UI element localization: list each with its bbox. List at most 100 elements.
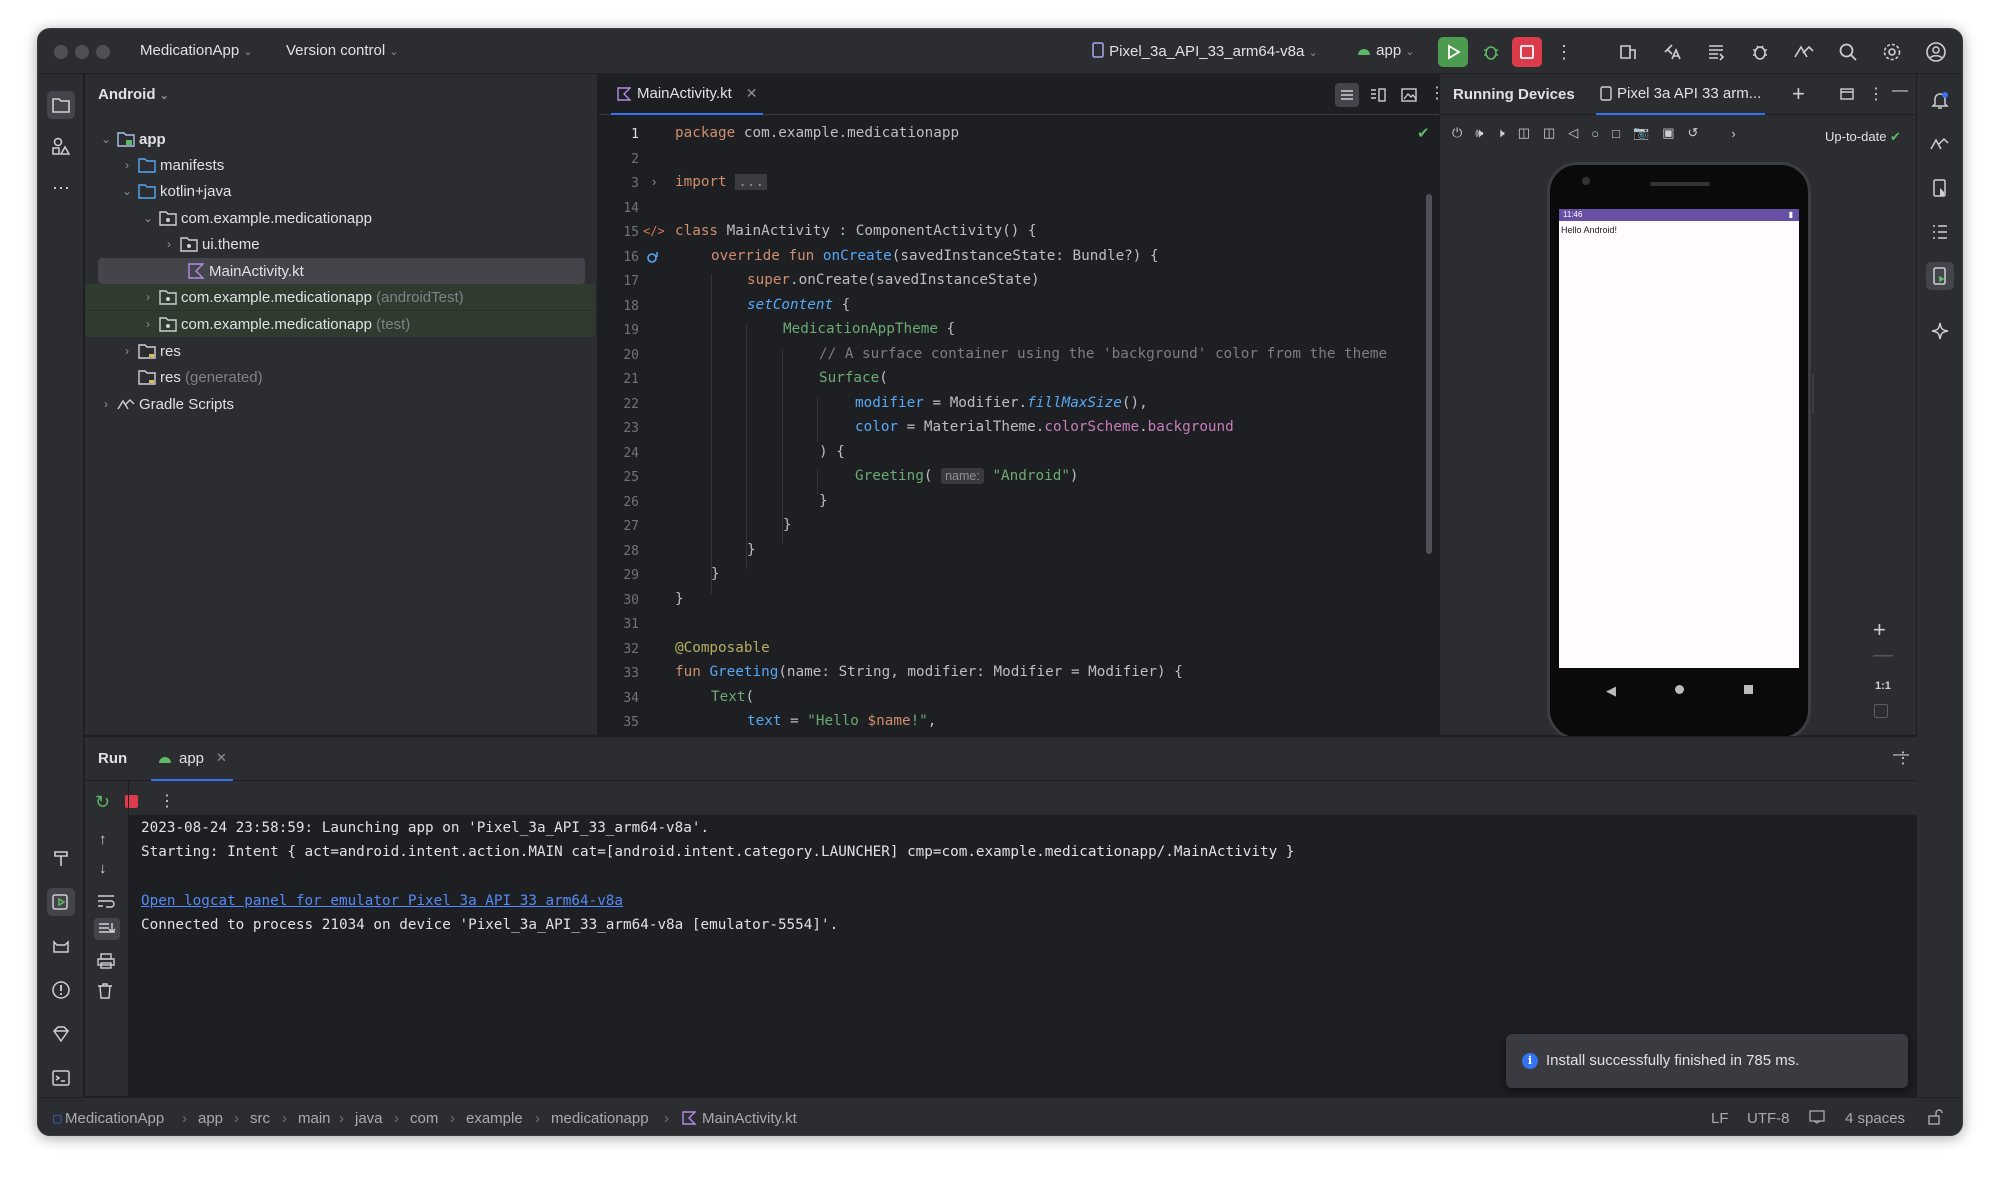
code-line-21[interactable]: Surface( bbox=[675, 370, 888, 386]
breadcrumb-java[interactable]: java bbox=[355, 1110, 383, 1127]
rotate-right-icon[interactable]: ◫ bbox=[1543, 125, 1555, 141]
minimize-window-button[interactable] bbox=[75, 45, 89, 59]
code-line-23[interactable]: color = MaterialTheme.colorScheme.backgr… bbox=[675, 419, 1234, 435]
tree-item-mainactivity[interactable]: MainActivity.kt bbox=[98, 258, 585, 284]
devices-more-button[interactable]: ⋮ bbox=[1868, 84, 1884, 104]
logcat-tool-button[interactable] bbox=[47, 932, 75, 960]
device-tab[interactable]: Pixel 3a API 33 arm... bbox=[1596, 74, 1766, 115]
project-selector[interactable]: MedicationApp ⌄ bbox=[140, 42, 253, 59]
back-icon[interactable]: ◁ bbox=[1568, 125, 1578, 141]
add-device-button[interactable]: + bbox=[1792, 81, 1805, 107]
tree-item-package-androidtest[interactable]: › com.example.medicationapp (androidTest… bbox=[85, 284, 595, 310]
record-icon[interactable]: ▣ bbox=[1662, 125, 1674, 141]
build-tool-button[interactable] bbox=[47, 844, 75, 872]
zoom-actual-size-button[interactable]: 1:1 bbox=[1875, 680, 1891, 692]
breadcrumb-src[interactable]: src bbox=[250, 1110, 270, 1127]
breadcrumb-project[interactable]: MedicationApp bbox=[65, 1110, 164, 1127]
device-selector[interactable]: Pixel_3a_API_33_arm64-v8a ⌄ bbox=[1091, 42, 1318, 60]
run-tab-app[interactable]: app ✕ bbox=[151, 737, 233, 781]
code-line-33[interactable]: fun Greeting(name: String, modifier: Mod… bbox=[675, 664, 1183, 680]
encoding-indicator[interactable]: UTF-8 bbox=[1747, 1110, 1790, 1127]
tree-item-res[interactable]: › res bbox=[85, 338, 595, 364]
install-notification[interactable]: i Install successfully finished in 785 m… bbox=[1506, 1034, 1908, 1088]
tree-item-manifests[interactable]: › manifests bbox=[85, 152, 595, 178]
gemini-button[interactable] bbox=[1926, 317, 1954, 345]
device-manager-button[interactable] bbox=[1926, 174, 1954, 202]
hide-panel-button[interactable]: — bbox=[1892, 82, 1908, 100]
zoom-fit-button[interactable] bbox=[1874, 704, 1888, 718]
more-tools-button[interactable]: ⋯ bbox=[47, 174, 75, 202]
breadcrumb-com[interactable]: com bbox=[410, 1110, 438, 1127]
apply-changes-button[interactable] bbox=[1478, 39, 1504, 65]
code-line-19[interactable]: MedicationAppTheme { bbox=[675, 321, 955, 337]
code-line-34[interactable]: Text( bbox=[675, 689, 754, 705]
volume-up-icon[interactable]: 🕪 bbox=[1475, 125, 1483, 141]
run-tool-button[interactable] bbox=[47, 888, 75, 916]
power-icon[interactable]: ⏻ bbox=[1452, 125, 1462, 141]
code-view-button[interactable] bbox=[1335, 83, 1359, 107]
stop-button[interactable] bbox=[1512, 37, 1542, 67]
debug-button[interactable] bbox=[1747, 39, 1773, 65]
rotate-left-icon[interactable]: ◫ bbox=[1518, 125, 1530, 141]
design-view-button[interactable] bbox=[1397, 83, 1421, 107]
breadcrumb-medicationapp[interactable]: medicationapp bbox=[551, 1110, 649, 1127]
tree-item-app[interactable]: ⌄ app bbox=[85, 126, 595, 152]
breadcrumb-file[interactable]: MainActivity.kt bbox=[702, 1110, 797, 1127]
device-mirroring-button[interactable] bbox=[1791, 39, 1817, 65]
hide-run-panel-button[interactable]: — bbox=[1893, 746, 1923, 764]
scroll-to-end-icon[interactable] bbox=[94, 918, 120, 940]
readonly-toggle-icon[interactable] bbox=[1809, 1110, 1825, 1124]
print-icon[interactable] bbox=[97, 953, 115, 969]
tree-item-kotlin-java[interactable]: ⌄ kotlin+java bbox=[85, 178, 595, 204]
zoom-in-button[interactable]: + bbox=[1873, 617, 1886, 643]
maximize-window-button[interactable] bbox=[96, 45, 110, 59]
account-button[interactable] bbox=[1923, 39, 1949, 65]
translate-button[interactable] bbox=[1659, 39, 1685, 65]
overview-icon[interactable]: □ bbox=[1612, 126, 1620, 141]
breadcrumb-main[interactable]: main bbox=[298, 1110, 331, 1127]
code-line-26[interactable]: } bbox=[675, 493, 828, 509]
zoom-out-button[interactable]: — bbox=[1873, 644, 1893, 667]
close-icon[interactable]: ✕ bbox=[746, 85, 758, 102]
problems-tool-button[interactable] bbox=[47, 976, 75, 1004]
settings-button[interactable] bbox=[1879, 39, 1905, 65]
home-icon[interactable]: ○ bbox=[1591, 126, 1599, 141]
override-gutter-icon[interactable] bbox=[646, 250, 660, 264]
chevron-right-icon[interactable]: › bbox=[1731, 126, 1735, 141]
terminal-tool-button[interactable] bbox=[47, 1064, 75, 1092]
tree-item-res-generated[interactable]: res (generated) bbox=[85, 364, 595, 390]
project-structure-button[interactable] bbox=[1703, 39, 1729, 65]
tree-item-ui-theme[interactable]: › ui.theme bbox=[85, 231, 595, 257]
tree-item-package-main[interactable]: ⌄ com.example.medicationapp bbox=[85, 205, 595, 231]
more-actions-button[interactable]: ⋮ bbox=[1551, 39, 1577, 65]
resource-manager-button[interactable] bbox=[47, 132, 75, 160]
breadcrumb-app[interactable]: app bbox=[198, 1110, 223, 1127]
code-line-20[interactable]: // A surface container using the 'backgr… bbox=[675, 346, 1387, 362]
reset-icon[interactable]: ↺ bbox=[1688, 125, 1699, 141]
code-line-17[interactable]: super.onCreate(savedInstanceState) bbox=[675, 272, 1040, 288]
sync-gradle-button[interactable] bbox=[1615, 39, 1641, 65]
code-line-25[interactable]: Greeting( name: "Android") bbox=[675, 468, 1079, 484]
structure-tool-button[interactable] bbox=[1926, 218, 1954, 246]
code-line-30[interactable]: } bbox=[675, 591, 684, 607]
indent-indicator[interactable]: 4 spaces bbox=[1845, 1110, 1905, 1127]
run-gutter-icon[interactable]: </> bbox=[643, 224, 665, 238]
notifications-button[interactable] bbox=[1926, 86, 1954, 114]
camera-icon[interactable]: 📷 bbox=[1633, 125, 1649, 141]
nav-back-icon[interactable]: ◀ bbox=[1606, 683, 1616, 699]
search-button[interactable] bbox=[1835, 39, 1861, 65]
close-icon[interactable]: ✕ bbox=[216, 750, 227, 766]
project-view-selector[interactable]: Android ⌄ bbox=[98, 86, 169, 103]
code-line-27[interactable]: } bbox=[675, 517, 792, 533]
trash-icon[interactable] bbox=[97, 983, 113, 999]
code-line-15[interactable]: class MainActivity : ComponentActivity()… bbox=[675, 223, 1037, 239]
run-config-selector[interactable]: app ⌄ bbox=[1356, 42, 1415, 59]
code-line-3[interactable]: import ... bbox=[675, 174, 768, 190]
arrow-down-icon[interactable]: ↓ bbox=[99, 860, 107, 877]
nav-home-icon[interactable] bbox=[1675, 685, 1684, 694]
editor-scrollbar[interactable] bbox=[1426, 194, 1432, 554]
code-line-22[interactable]: modifier = Modifier.fillMaxSize(), bbox=[675, 395, 1148, 411]
phone-screen[interactable]: 11:46 ▮ Hello Android! bbox=[1559, 209, 1799, 668]
window-options-button[interactable] bbox=[1840, 88, 1854, 100]
code-line-1[interactable]: package com.example.medicationapp bbox=[675, 125, 959, 141]
